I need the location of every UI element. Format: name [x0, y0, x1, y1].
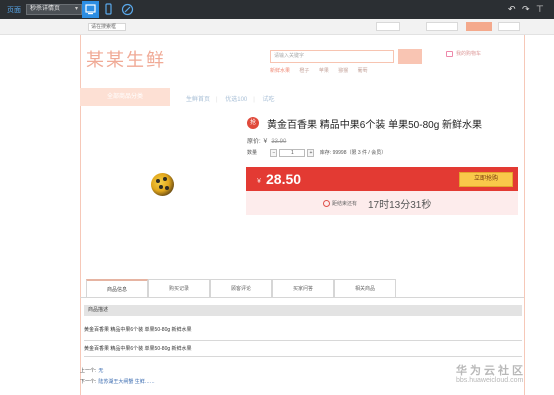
search-button[interactable] — [398, 49, 422, 64]
next-link[interactable]: 陆苏湖王大闸蟹 生鲜…… — [98, 379, 154, 385]
password-field[interactable] — [426, 22, 458, 31]
quantity-minus-button[interactable]: − — [270, 149, 278, 157]
tab-reviews[interactable]: 顾客评论 — [210, 279, 272, 297]
mobile-view-button[interactable] — [100, 1, 117, 18]
redo-icon[interactable]: ↷ — [522, 4, 530, 14]
page-select-value: 秒杀详情页 — [30, 6, 61, 12]
nav-separator: | — [253, 97, 255, 103]
stock-text: 库存: 99998（限 3 件 / 会员） — [319, 150, 387, 157]
description-line: 黄金百香果 精品中果6个装 单果50-80g 新鲜水果 — [84, 346, 192, 352]
hot-word[interactable]: 苹果 — [319, 68, 329, 74]
hot-word[interactable]: 新鲜水果 — [270, 68, 290, 74]
hot-word[interactable]: 猕猴 — [338, 68, 348, 74]
register-field[interactable] — [498, 22, 520, 31]
countdown-time: 17时13分31秒 — [368, 200, 432, 211]
nav-item-trial[interactable]: 试吃 — [263, 97, 275, 103]
product-image[interactable] — [151, 173, 174, 196]
link-view-button[interactable] — [119, 1, 136, 18]
prev-link[interactable]: 无 — [98, 368, 103, 374]
quantity-row: 数量 −1 + 库存: 99998（限 3 件 / 会员） — [247, 149, 386, 157]
watermark-title: 华为云社区 — [456, 365, 526, 377]
site-topbar: 请在搜索框 — [0, 19, 554, 35]
link-icon — [121, 3, 134, 16]
original-price-label: 原价: ￥ — [247, 139, 269, 145]
site-logo[interactable]: 某某生鲜 — [86, 46, 166, 72]
prev-label: 上一个: — [80, 368, 97, 374]
mobile-icon — [105, 3, 112, 15]
pin-icon[interactable]: ⊤ — [536, 4, 544, 14]
seckill-badge-icon: 抢 — [247, 117, 259, 129]
quantity-input[interactable]: 1 — [279, 149, 306, 157]
tab-divider — [80, 297, 524, 298]
undo-icon[interactable]: ↶ — [508, 4, 516, 14]
clock-icon — [323, 200, 330, 207]
fruit-seed — [159, 185, 163, 189]
buy-now-button[interactable]: 立即抢购 — [459, 172, 513, 187]
login-button[interactable] — [466, 22, 492, 31]
page-select[interactable]: 秒杀详情页 ▾ — [26, 4, 82, 15]
editor-toolbar: 页面 秒杀详情页 ▾ ↶ ↷ ⊤ — [0, 0, 554, 19]
right-guide-line — [524, 19, 525, 395]
hot-words: 新鲜水果 橙子 苹果 猕猴 葡萄 — [270, 67, 376, 74]
watermark-url: bbs.huaweicloud.com — [456, 377, 524, 384]
next-label: 下一个: — [80, 379, 97, 385]
cart-icon — [446, 50, 453, 57]
countdown-box: 距结束还有 17时13分31秒 — [246, 191, 518, 215]
cart-label: 我的购物车 — [456, 51, 482, 57]
toolbar-label: 页面 — [7, 7, 21, 14]
category-menu-button[interactable]: 全部商品分类 — [80, 88, 170, 106]
original-price-row: 原价: ￥ 33.90 — [247, 136, 286, 145]
description-line: 黄金百香果 精品中果6个装 单果50-80g 新鲜水果 — [84, 327, 192, 333]
divider — [84, 340, 522, 341]
fruit-seed — [165, 186, 169, 190]
search-input[interactable]: 请输入关键字 — [270, 50, 394, 63]
chevron-down-icon: ▾ — [74, 6, 78, 12]
next-item: 下一个: 陆苏湖王大闸蟹 生鲜…… — [80, 378, 155, 385]
hot-word[interactable]: 橙子 — [299, 68, 309, 74]
main-nav: 生鲜首页 | 优选100 | 试吃 — [186, 94, 275, 103]
divider — [84, 356, 522, 357]
tab-related[interactable]: 相关商品 — [334, 279, 396, 297]
nav-item-home[interactable]: 生鲜首页 — [186, 97, 210, 103]
original-price: 33.90 — [271, 139, 287, 145]
hot-word[interactable]: 葡萄 — [358, 68, 368, 74]
desktop-icon — [85, 4, 96, 15]
prev-item: 上一个: 无 — [80, 367, 103, 374]
countdown-label: 距结束还有 — [332, 201, 358, 207]
quantity-label: 数量 — [247, 150, 258, 157]
tab-purchase-records[interactable]: 购买记录 — [148, 279, 210, 297]
section-title: 商品描述 — [84, 305, 522, 316]
price-currency: ￥ — [256, 179, 263, 185]
tab-qa[interactable]: 买家问答 — [272, 279, 334, 297]
quantity-plus-button[interactable]: + — [307, 149, 315, 157]
product-title: 黄金百香果 精品中果6个装 单果50-80g 新鲜水果 — [267, 120, 483, 131]
nav-item-select[interactable]: 优选100 — [225, 97, 247, 103]
login-field[interactable] — [376, 22, 400, 31]
cart-link[interactable]: 我的购物车 — [446, 50, 481, 57]
fruit-seed — [163, 177, 167, 181]
fruit-seed — [156, 179, 160, 183]
nav-separator: | — [216, 97, 218, 103]
left-guide-line — [80, 19, 81, 395]
seckill-price: 28.50 — [266, 171, 302, 187]
tab-product-info[interactable]: 商品信息 — [86, 279, 148, 297]
desktop-view-button[interactable] — [82, 1, 99, 18]
topbar-search-small[interactable]: 请在搜索框 — [88, 23, 126, 31]
